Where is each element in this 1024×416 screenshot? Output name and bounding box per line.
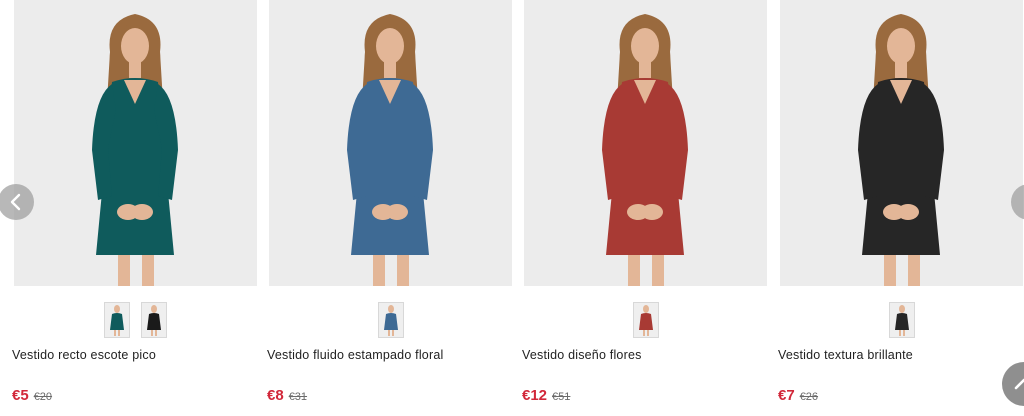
product-card[interactable]: Vestido diseño flores €12 €51 bbox=[522, 0, 767, 416]
product-price: €5 €20 bbox=[12, 387, 52, 404]
color-thumbnails bbox=[269, 302, 512, 338]
color-thumbnail[interactable] bbox=[377, 302, 404, 338]
color-thumbnail[interactable] bbox=[632, 302, 659, 338]
color-thumbnail[interactable] bbox=[141, 302, 167, 338]
product-carousel: Vestido recto escote pico €5 €20 Vestido… bbox=[0, 0, 1024, 416]
original-price: €31 bbox=[288, 391, 308, 403]
product-price: €8 €31 bbox=[267, 387, 307, 404]
sale-price: €12 bbox=[522, 387, 548, 404]
product-price: €12 €51 bbox=[522, 387, 570, 404]
chevron-left-icon bbox=[10, 193, 21, 211]
sale-price: €8 bbox=[267, 387, 284, 404]
product-image[interactable] bbox=[780, 0, 1023, 286]
color-thumbnails bbox=[14, 302, 257, 338]
product-card[interactable]: Vestido fluido estampado floral €8 €31 bbox=[267, 0, 512, 416]
product-name[interactable]: Vestido fluido estampado floral bbox=[267, 348, 443, 362]
color-thumbnail[interactable] bbox=[104, 302, 130, 338]
chevron-up-icon bbox=[1014, 378, 1024, 390]
product-card[interactable]: Vestido recto escote pico €5 €20 bbox=[12, 0, 257, 416]
color-thumbnails bbox=[780, 302, 1023, 338]
product-image[interactable] bbox=[524, 0, 767, 286]
color-thumbnails bbox=[524, 302, 767, 338]
product-price: €7 €26 bbox=[778, 387, 818, 404]
product-photo bbox=[602, 14, 688, 286]
sale-price: €5 bbox=[12, 387, 29, 404]
product-name[interactable]: Vestido textura brillante bbox=[778, 348, 913, 362]
sale-price: €7 bbox=[778, 387, 795, 404]
product-name[interactable]: Vestido recto escote pico bbox=[12, 348, 156, 362]
product-photo bbox=[347, 14, 433, 286]
original-price: €20 bbox=[33, 391, 53, 403]
color-thumbnail[interactable] bbox=[888, 302, 915, 338]
product-image[interactable] bbox=[269, 0, 512, 286]
product-name[interactable]: Vestido diseño flores bbox=[522, 348, 642, 362]
product-photo bbox=[92, 14, 178, 286]
original-price: €51 bbox=[552, 391, 571, 403]
original-price: €26 bbox=[799, 391, 819, 403]
product-card[interactable]: Vestido textura brillante €7 €26 bbox=[778, 0, 1023, 416]
product-photo bbox=[858, 14, 944, 286]
product-image[interactable] bbox=[14, 0, 257, 286]
